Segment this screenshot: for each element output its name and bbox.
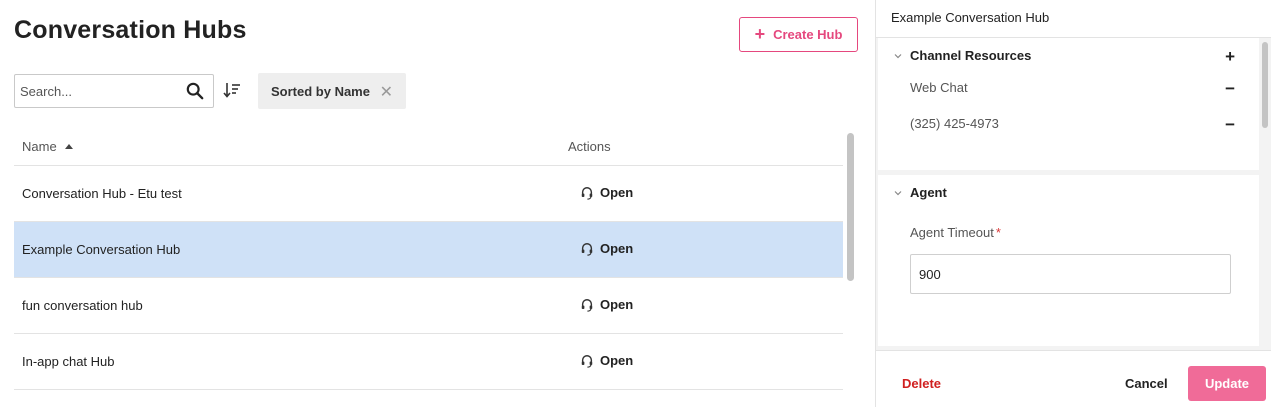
sort-chip-label: Sorted by Name <box>271 83 370 99</box>
create-hub-button[interactable]: + Create Hub <box>739 17 858 52</box>
sort-icon[interactable] <box>223 82 241 98</box>
headset-icon <box>581 298 593 312</box>
open-label: Open <box>600 353 634 368</box>
chevron-down-icon[interactable] <box>894 189 902 197</box>
hub-name: Example Conversation Hub <box>22 242 181 257</box>
table-scrollbar[interactable] <box>846 131 855 407</box>
detail-scrollbar[interactable] <box>1260 40 1270 346</box>
agent-section: Agent Agent Timeout * <box>878 175 1259 346</box>
channel-resources-section: Channel Resources + Web Chat − (325) 425… <box>878 38 1259 170</box>
detail-footer: Delete Cancel Update <box>876 350 1271 407</box>
headset-icon <box>581 242 593 256</box>
column-name-label: Name <box>22 139 57 154</box>
open-label: Open <box>600 241 634 256</box>
table-header: Name Actions <box>14 128 843 166</box>
agent-timeout-label-text: Agent Timeout <box>910 225 994 240</box>
hub-list-pane: Conversation Hubs + Create Hub Sorted by… <box>0 0 862 407</box>
sort-chip: Sorted by Name ✕ <box>258 73 406 109</box>
detail-scrollbar-thumb[interactable] <box>1262 42 1268 128</box>
column-header-name[interactable]: Name <box>22 139 73 154</box>
open-button[interactable]: Open <box>580 297 633 312</box>
open-button[interactable]: Open <box>580 185 633 200</box>
hub-name: In-app chat Hub <box>22 354 115 369</box>
open-button[interactable]: Open <box>580 241 633 256</box>
update-button[interactable]: Update <box>1188 366 1266 401</box>
hub-name: fun conversation hub <box>22 298 143 313</box>
headset-icon <box>581 354 593 368</box>
cancel-button[interactable]: Cancel <box>1125 376 1168 391</box>
headset-icon <box>581 186 593 200</box>
close-icon[interactable]: ✕ <box>380 82 393 102</box>
column-header-actions: Actions <box>568 139 611 154</box>
open-button[interactable]: Open <box>580 353 633 368</box>
remove-resource-icon[interactable]: − <box>1225 116 1235 133</box>
required-marker: * <box>995 225 1001 240</box>
delete-button[interactable]: Delete <box>902 376 941 391</box>
detail-content: Channel Resources + Web Chat − (325) 425… <box>876 38 1259 346</box>
agent-timeout-label: Agent Timeout * <box>910 225 1001 240</box>
table-row[interactable]: fun conversation hub Open <box>14 278 843 334</box>
open-label: Open <box>600 185 634 200</box>
search-icon[interactable] <box>186 82 204 100</box>
search-input[interactable] <box>15 76 175 106</box>
table-scrollbar-thumb[interactable] <box>847 133 854 281</box>
page-title: Conversation Hubs <box>14 16 247 44</box>
channel-resources-title: Channel Resources <box>910 48 1032 63</box>
hub-name: Conversation Hub - Etu test <box>22 186 182 201</box>
agent-timeout-input[interactable] <box>910 254 1231 294</box>
resource-item: Web Chat <box>910 80 968 95</box>
hubs-table: Name Actions Conversation Hub - Etu test… <box>14 128 843 390</box>
resource-item: (325) 425-4973 <box>910 116 999 131</box>
search-field[interactable] <box>14 74 214 108</box>
chevron-down-icon[interactable] <box>894 52 902 60</box>
detail-title: Example Conversation Hub <box>876 0 1271 38</box>
create-hub-label: Create Hub <box>773 27 843 42</box>
table-row[interactable]: Example Conversation Hub Open <box>14 222 843 278</box>
table-row[interactable]: In-app chat Hub Open <box>14 334 843 390</box>
add-resource-icon[interactable]: + <box>1225 48 1235 65</box>
remove-resource-icon[interactable]: − <box>1225 80 1235 97</box>
hub-detail-pane: Example Conversation Hub Channel Resourc… <box>876 0 1271 407</box>
plus-icon: + <box>754 23 766 44</box>
sort-ascending-icon <box>64 143 73 149</box>
agent-title: Agent <box>910 185 947 200</box>
table-row[interactable]: Conversation Hub - Etu test Open <box>14 166 843 222</box>
open-label: Open <box>600 297 634 312</box>
